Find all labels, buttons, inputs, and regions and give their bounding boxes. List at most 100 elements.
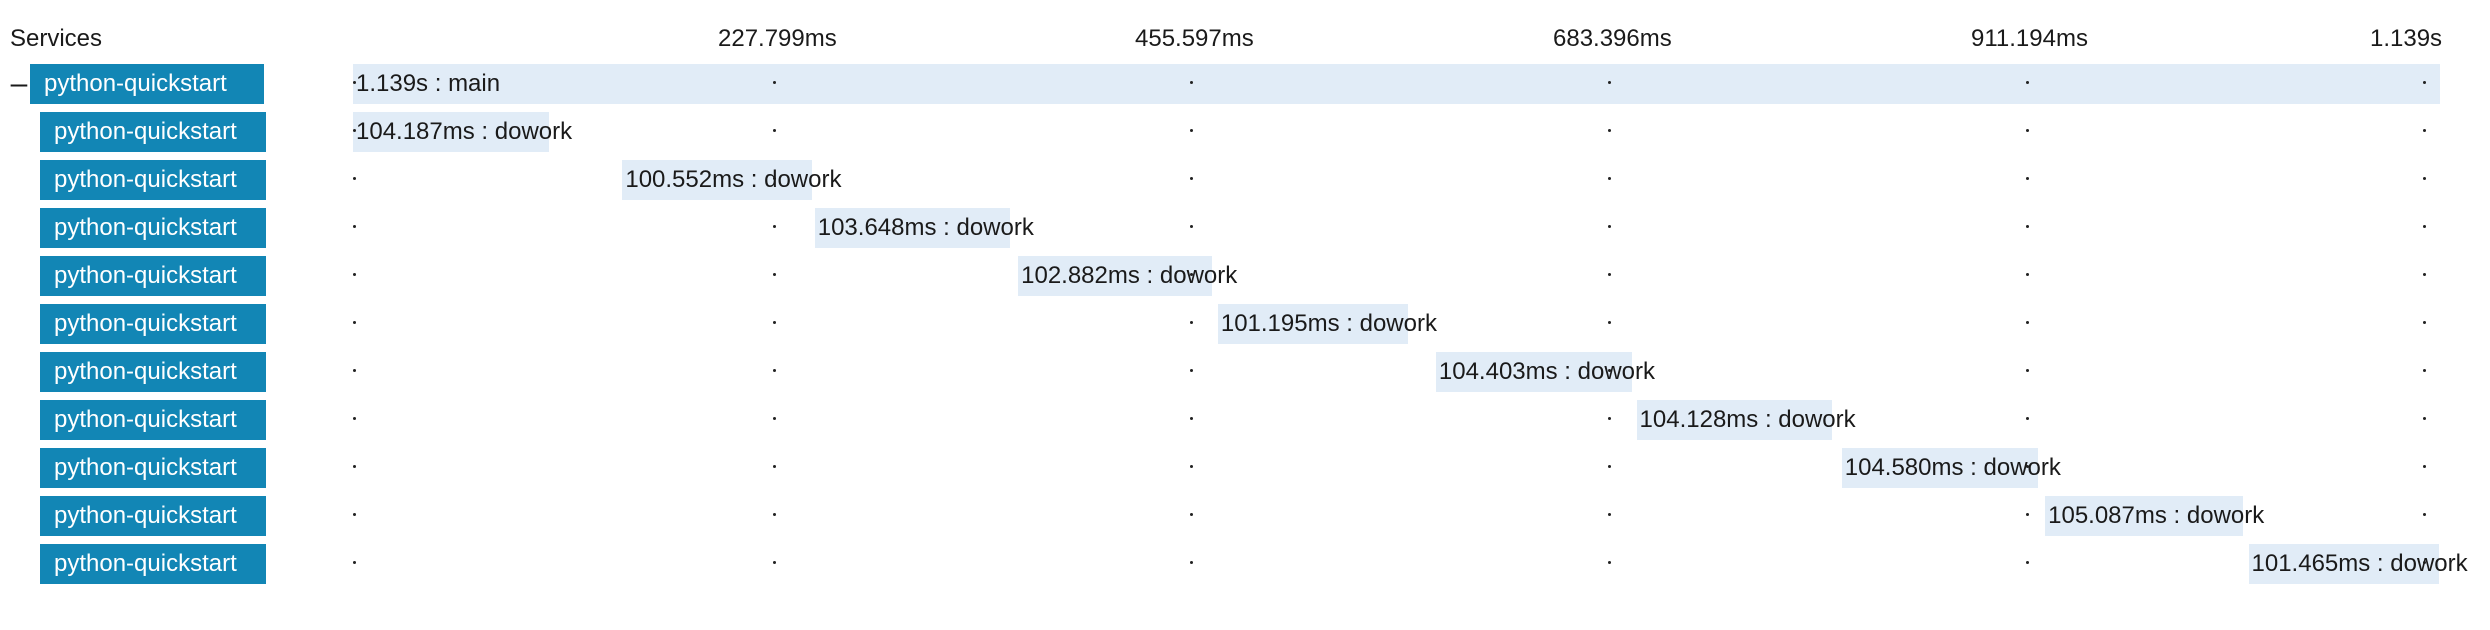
trace-row: python-quickstart 104.403ms : dowork [0, 348, 2490, 396]
grid-dot [2423, 513, 2426, 516]
trace-row: python-quickstart 104.128ms : dowork [0, 396, 2490, 444]
grid-dot [1608, 81, 1611, 84]
grid-dot [1190, 177, 1193, 180]
grid-dot [1608, 177, 1611, 180]
span-label: 104.128ms : dowork [1639, 406, 1856, 433]
grid-dot [2026, 321, 2029, 324]
grid-dot [773, 417, 776, 420]
grid-dot [773, 321, 776, 324]
grid-dot [2423, 129, 2426, 132]
grid-dot [353, 273, 356, 276]
grid-dot [1608, 321, 1611, 324]
grid-dot [773, 369, 776, 372]
span-label: 102.882ms : dowork [1021, 262, 1238, 289]
tick-label: 1.139s [2370, 25, 2443, 52]
collapse-toggle[interactable]: – [8, 64, 30, 104]
service-label[interactable]: python-quickstart [40, 544, 266, 584]
grid-dot [773, 561, 776, 564]
service-label[interactable]: python-quickstart [40, 160, 266, 200]
trace-row: python-quickstart 101.195ms : dowork [0, 300, 2490, 348]
grid-dot [353, 225, 356, 228]
grid-dot [2026, 129, 2029, 132]
grid-dot [353, 513, 356, 516]
span-label: 103.648ms : dowork [817, 214, 1034, 241]
grid-dot [1190, 129, 1193, 132]
tick-label: 911.194ms [1971, 25, 2088, 52]
grid-dot [773, 225, 776, 228]
tick-label: 455.597ms [1135, 25, 1254, 52]
grid-dot [353, 321, 356, 324]
service-label[interactable]: python-quickstart [40, 400, 266, 440]
grid-dot [2026, 81, 2029, 84]
grid-dot [1608, 129, 1611, 132]
service-label[interactable]: python-quickstart [40, 448, 266, 488]
grid-dot [1190, 465, 1193, 468]
service-label[interactable]: python-quickstart [40, 304, 266, 344]
grid-dot [1190, 369, 1193, 372]
span-label: 101.465ms : dowork [2251, 550, 2468, 577]
trace-row: python-quickstart 104.580ms : dowork [0, 444, 2490, 492]
trace-row: python-quickstart 102.882ms : dowork [0, 252, 2490, 300]
span-label: 101.195ms : dowork [1220, 310, 1437, 337]
grid-dot [773, 81, 776, 84]
service-label[interactable]: python-quickstart [40, 112, 266, 152]
grid-dot [1608, 417, 1611, 420]
grid-dot [2423, 177, 2426, 180]
grid-dot [2026, 225, 2029, 228]
tick-label: 227.799ms [718, 25, 837, 52]
grid-dot [2423, 273, 2426, 276]
grid-dot [2026, 513, 2029, 516]
grid-dot [1608, 561, 1611, 564]
header-services-label: Services [10, 25, 103, 52]
grid-dot [1190, 513, 1193, 516]
grid-dot [353, 465, 356, 468]
trace-row: – python-quickstart 1.139s : main [0, 60, 2490, 108]
grid-dot [773, 129, 776, 132]
service-label[interactable]: python-quickstart [40, 256, 266, 296]
grid-dot [2026, 561, 2029, 564]
grid-dot [1608, 225, 1611, 228]
grid-dot [353, 177, 356, 180]
grid-dot [773, 513, 776, 516]
grid-dot [773, 273, 776, 276]
grid-dot [1190, 561, 1193, 564]
grid-dot [2423, 225, 2426, 228]
grid-dot [1190, 417, 1193, 420]
grid-dot [1608, 513, 1611, 516]
grid-dot [2423, 81, 2426, 84]
grid-dot [353, 417, 356, 420]
span-label: 104.403ms : dowork [1438, 358, 1656, 385]
trace-row: python-quickstart 103.648ms : dowork [0, 204, 2490, 252]
grid-dot [353, 369, 356, 372]
service-label[interactable]: python-quickstart [40, 208, 266, 248]
span-bar[interactable] [353, 64, 2440, 104]
grid-dot [1608, 465, 1611, 468]
grid-dot [1608, 273, 1611, 276]
span-label: 1.139s : main [356, 70, 501, 97]
grid-dot [1190, 225, 1193, 228]
span-label: 100.552ms : dowork [625, 166, 842, 193]
span-label: 104.580ms : dowork [1844, 454, 2061, 481]
grid-dot [2423, 417, 2426, 420]
trace-row: python-quickstart 100.552ms : dowork [0, 156, 2490, 204]
trace-row: python-quickstart 105.087ms : dowork [0, 492, 2490, 540]
grid-dot [773, 465, 776, 468]
service-label[interactable]: python-quickstart [40, 496, 266, 536]
grid-dot [2026, 177, 2029, 180]
grid-dot [2423, 465, 2426, 468]
tick-label: 683.396ms [1553, 25, 1672, 52]
grid-dot [2423, 321, 2426, 324]
grid-dot [1190, 81, 1193, 84]
trace-row: python-quickstart 101.465ms : dowork [0, 540, 2490, 588]
span-label: 105.087ms : dowork [2048, 502, 2265, 529]
trace-row: python-quickstart 104.187ms : dowork [0, 108, 2490, 156]
grid-dot [353, 561, 356, 564]
grid-dot [2026, 273, 2029, 276]
grid-dot [2423, 369, 2426, 372]
grid-dot [2026, 417, 2029, 420]
grid-dot [2026, 369, 2029, 372]
service-label[interactable]: python-quickstart [30, 64, 264, 104]
service-label[interactable]: python-quickstart [40, 352, 266, 392]
grid-dot [1190, 321, 1193, 324]
span-label: 104.187ms : dowork [356, 118, 573, 145]
